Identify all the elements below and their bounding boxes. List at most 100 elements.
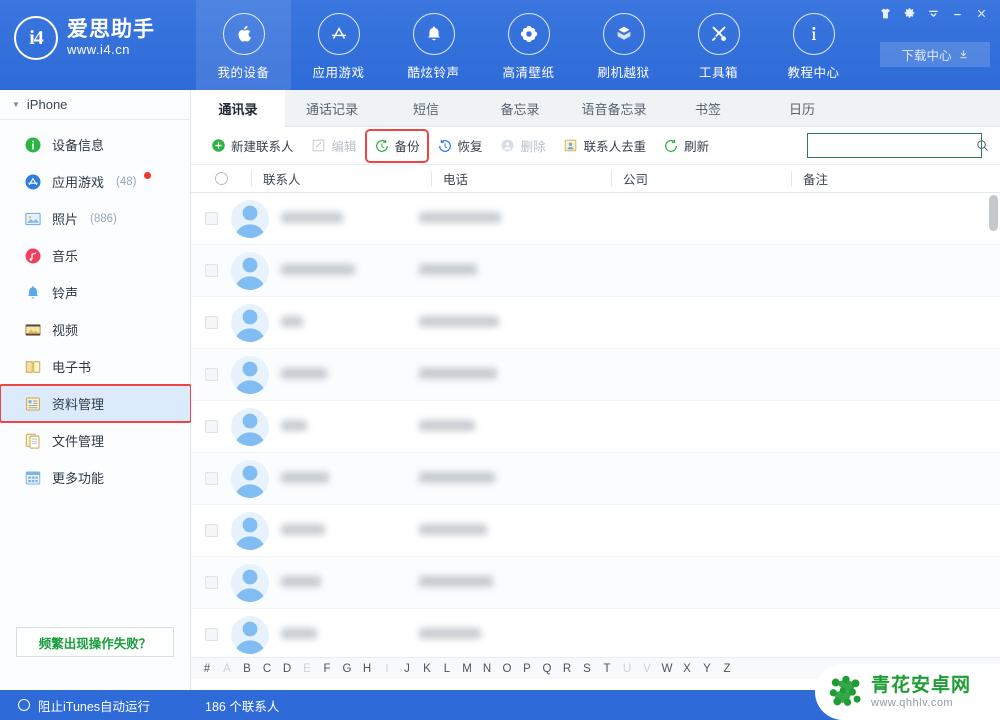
alpha-index-m[interactable]: M xyxy=(457,663,477,675)
download-icon xyxy=(959,50,967,59)
tab-sms[interactable]: 短信 xyxy=(379,90,473,126)
toolbar-label: 备份 xyxy=(394,140,420,154)
table-row[interactable] xyxy=(191,505,1000,557)
alpha-index-s[interactable]: S xyxy=(577,663,597,675)
alpha-index-c[interactable]: C xyxy=(257,663,277,675)
alpha-index-h[interactable]: H xyxy=(357,663,377,675)
column-header-phone[interactable]: 电话 xyxy=(431,165,611,193)
nav-item-my-device[interactable]: 我的设备 xyxy=(196,0,291,90)
nav-item-apps-games[interactable]: 应用游戏 xyxy=(291,0,386,90)
row-checkbox[interactable] xyxy=(204,368,218,381)
alpha-index-p[interactable]: P xyxy=(517,663,537,675)
backup-button[interactable]: 备份 xyxy=(364,128,429,163)
alpha-index-z[interactable]: Z xyxy=(717,663,737,675)
row-checkbox[interactable] xyxy=(204,628,218,641)
nav-item-ringtones[interactable]: 酷炫铃声 xyxy=(386,0,481,90)
row-checkbox[interactable] xyxy=(204,264,218,277)
sidebar-item-photos[interactable]: 照片 (886) xyxy=(0,200,190,237)
restore-button[interactable]: 恢复 xyxy=(430,133,490,159)
nav-item-flash-jailbreak[interactable]: 刷机越狱 xyxy=(576,0,671,90)
nav-item-wallpapers[interactable]: 高清壁纸 xyxy=(481,0,576,90)
alpha-index-n[interactable]: N xyxy=(477,663,497,675)
download-center-button[interactable]: 下载中心 xyxy=(880,42,990,67)
column-header-note[interactable]: 备注 xyxy=(791,165,991,193)
sidebar-item-more-features[interactable]: 更多功能 xyxy=(0,459,190,496)
cell-phone xyxy=(419,574,599,592)
new-contact-button[interactable]: 新建联系人 xyxy=(203,133,301,159)
alpha-index-o[interactable]: O xyxy=(497,663,517,675)
tab-bookmarks[interactable]: 书签 xyxy=(661,90,755,126)
table-row[interactable] xyxy=(191,609,1000,657)
alpha-index-k[interactable]: K xyxy=(417,663,437,675)
select-all-cell xyxy=(191,172,251,185)
minimize-icon[interactable] xyxy=(946,3,968,23)
alpha-index-j[interactable]: J xyxy=(397,663,417,675)
scrollbar-thumb[interactable] xyxy=(989,195,998,231)
select-all-checkbox[interactable] xyxy=(214,172,228,185)
tab-calendar[interactable]: 日历 xyxy=(755,90,849,126)
table-row[interactable] xyxy=(191,349,1000,401)
nav-item-tutorials[interactable]: 教程中心 xyxy=(766,0,861,90)
alpha-index-x[interactable]: X xyxy=(677,663,697,675)
block-itunes-toggle[interactable]: 阻止iTunes自动运行 xyxy=(0,696,191,715)
vertical-scrollbar[interactable] xyxy=(989,195,998,655)
sidebar-item-music[interactable]: 音乐 xyxy=(0,237,190,274)
nav-item-label: 高清壁纸 xyxy=(502,66,555,80)
alpha-index-l[interactable]: L xyxy=(437,663,457,675)
search-input[interactable] xyxy=(808,138,975,153)
refresh-button[interactable]: 刷新 xyxy=(656,133,716,159)
sidebar-item-data-management[interactable]: 资料管理 xyxy=(0,384,192,423)
row-checkbox[interactable] xyxy=(204,212,218,225)
gear-icon[interactable] xyxy=(898,3,920,23)
toolbar-label: 联系人去重 xyxy=(583,140,647,154)
help-frequent-failure-button[interactable]: 频繁出现操作失败？ xyxy=(16,627,174,657)
column-header-company[interactable]: 公司 xyxy=(611,165,791,193)
tools-icon xyxy=(697,13,740,55)
row-checkbox[interactable] xyxy=(204,576,218,589)
alpha-index-t[interactable]: T xyxy=(597,663,617,675)
row-checkbox-cell xyxy=(191,472,231,485)
alpha-index-b[interactable]: B xyxy=(237,663,257,675)
alpha-index-d[interactable]: D xyxy=(277,663,297,675)
alpha-index-g[interactable]: G xyxy=(337,663,357,675)
row-checkbox-cell xyxy=(191,264,231,277)
skin-icon[interactable] xyxy=(874,3,896,23)
sidebar-item-apps-games[interactable]: 应用游戏 (48) xyxy=(0,163,190,200)
nav-item-toolbox[interactable]: 工具箱 xyxy=(671,0,766,90)
alpha-index-f[interactable]: F xyxy=(317,663,337,675)
row-checkbox[interactable] xyxy=(204,524,218,537)
cell-contact-name xyxy=(269,470,419,488)
search-icon[interactable] xyxy=(975,138,990,153)
tab-voice-memos[interactable]: 语音备忘录 xyxy=(567,90,661,126)
table-row[interactable] xyxy=(191,245,1000,297)
tab-call-history[interactable]: 通话记录 xyxy=(285,90,379,126)
alpha-index-hash[interactable]: # xyxy=(197,663,217,675)
sidebar-item-ebooks[interactable]: 电子书 xyxy=(0,348,190,385)
sidebar-item-ringtones[interactable]: 铃声 xyxy=(0,274,190,311)
table-row[interactable] xyxy=(191,557,1000,609)
alpha-index-y[interactable]: Y xyxy=(697,663,717,675)
tab-contacts[interactable]: 通讯录 xyxy=(191,90,285,127)
table-row[interactable] xyxy=(191,297,1000,349)
row-checkbox[interactable] xyxy=(204,420,218,433)
sidebar-item-videos[interactable]: 视频 xyxy=(0,311,190,348)
column-header-name[interactable]: 联系人 xyxy=(251,165,431,193)
chevron-down-icon[interactable] xyxy=(922,3,944,23)
device-selector[interactable]: ▼ iPhone xyxy=(0,90,190,120)
avatar xyxy=(231,355,269,394)
close-icon[interactable] xyxy=(970,3,992,23)
alpha-index-q[interactable]: Q xyxy=(537,663,557,675)
sidebar-item-device-info[interactable]: 设备信息 xyxy=(0,126,190,163)
alpha-index-w[interactable]: W xyxy=(657,663,677,675)
tab-notes[interactable]: 备忘录 xyxy=(473,90,567,126)
avatar xyxy=(231,251,269,290)
sidebar-item-file-management[interactable]: 文件管理 xyxy=(0,422,190,459)
dedupe-contacts-button[interactable]: 联系人去重 xyxy=(556,133,654,159)
contacts-table-body[interactable] xyxy=(191,193,1000,657)
alpha-index-r[interactable]: R xyxy=(557,663,577,675)
row-checkbox[interactable] xyxy=(204,316,218,329)
row-checkbox[interactable] xyxy=(204,472,218,485)
table-row[interactable] xyxy=(191,193,1000,245)
table-row[interactable] xyxy=(191,453,1000,505)
table-row[interactable] xyxy=(191,401,1000,453)
